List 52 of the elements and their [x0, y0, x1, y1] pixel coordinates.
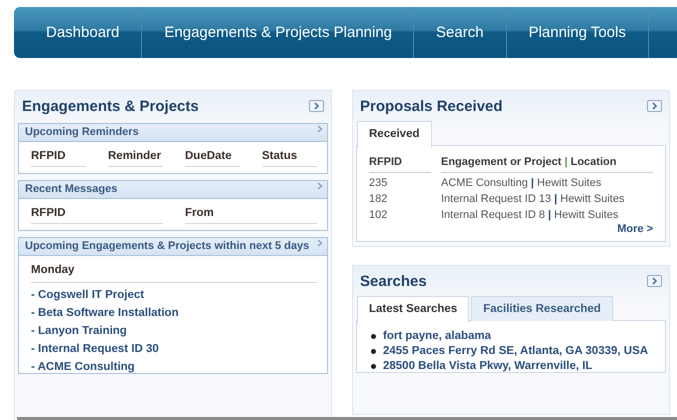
location-link[interactable]: Hewitt Suites [554, 209, 618, 221]
separator: | [530, 177, 534, 189]
location-link[interactable]: Hewitt Suites [560, 193, 624, 205]
tab[interactable]: Received [357, 121, 432, 148]
chevron-icon[interactable] [317, 239, 323, 247]
column-header: Status [262, 150, 317, 167]
search-link[interactable]: fort payne, alabama [383, 330, 492, 342]
tab[interactable]: Facilities Researched [471, 296, 613, 321]
panel-title: Proposals Received [360, 98, 503, 114]
section-title: Upcoming Reminders [25, 125, 139, 138]
engagement-link[interactable]: - Cogswell IT Project [31, 289, 327, 301]
expand-icon[interactable] [309, 100, 324, 112]
project-link[interactable]: ACME Consulting [441, 177, 528, 189]
engagement-link[interactable]: - ACME Consulting [31, 361, 327, 373]
location-link[interactable]: Hewitt Suites [537, 177, 602, 189]
engagement-link[interactable]: - Internal Request ID 30 [31, 343, 327, 355]
panel-title: Engagements & Projects [22, 98, 199, 114]
more-link[interactable]: More > [369, 223, 653, 235]
nav-tab[interactable]: Planning Tools [506, 7, 649, 58]
expand-icon[interactable] [647, 100, 662, 112]
separator: | [548, 209, 552, 221]
column-header: Engagement or Project | Location [441, 156, 653, 173]
section-title: Upcoming Engagements & Projects within next 5 days [25, 239, 310, 252]
table-cell-text: 182 [369, 193, 388, 205]
engagement-link[interactable]: - Beta Software Installation [31, 307, 327, 319]
nav-tab[interactable]: Dashboard [14, 7, 142, 58]
chevron-icon[interactable] [317, 125, 323, 133]
column-header: RFPID [31, 150, 86, 167]
nav-tab[interactable]: Search [414, 7, 507, 58]
expand-icon[interactable] [647, 275, 662, 287]
tab[interactable]: Latest Searches [357, 296, 470, 323]
bullet-icon [371, 364, 376, 368]
project-link[interactable]: Internal Request ID 13 [441, 193, 552, 205]
separator: | [554, 193, 558, 205]
bullet-icon [371, 334, 376, 338]
section-title: Recent Messages [25, 182, 118, 195]
bullet-icon [371, 348, 376, 354]
chevron-icon[interactable] [317, 182, 323, 190]
project-link[interactable]: Internal Request ID 8 [441, 209, 545, 221]
column-header: Reminder [108, 150, 163, 167]
day-heading: Monday [31, 264, 317, 283]
table-cell-text: 102 [369, 209, 388, 221]
panel-title: Searches [360, 272, 427, 290]
column-header: RFPID [31, 207, 163, 224]
table-cell-text: 235 [369, 177, 388, 189]
search-link[interactable]: 2455 Paces Ferry Rd SE, Atlanta, GA 30339, USA [383, 345, 648, 357]
column-header: DueDate [185, 150, 240, 167]
engagement-link[interactable]: - Lanyon Training [31, 325, 327, 337]
column-header: RFPID [369, 156, 431, 173]
column-header: From [185, 207, 317, 224]
nav-tab[interactable]: Engagements & Projects Planning [142, 7, 414, 58]
search-link[interactable]: 28500 Bella Vista Pkwy, Warrenville, IL [383, 360, 592, 372]
